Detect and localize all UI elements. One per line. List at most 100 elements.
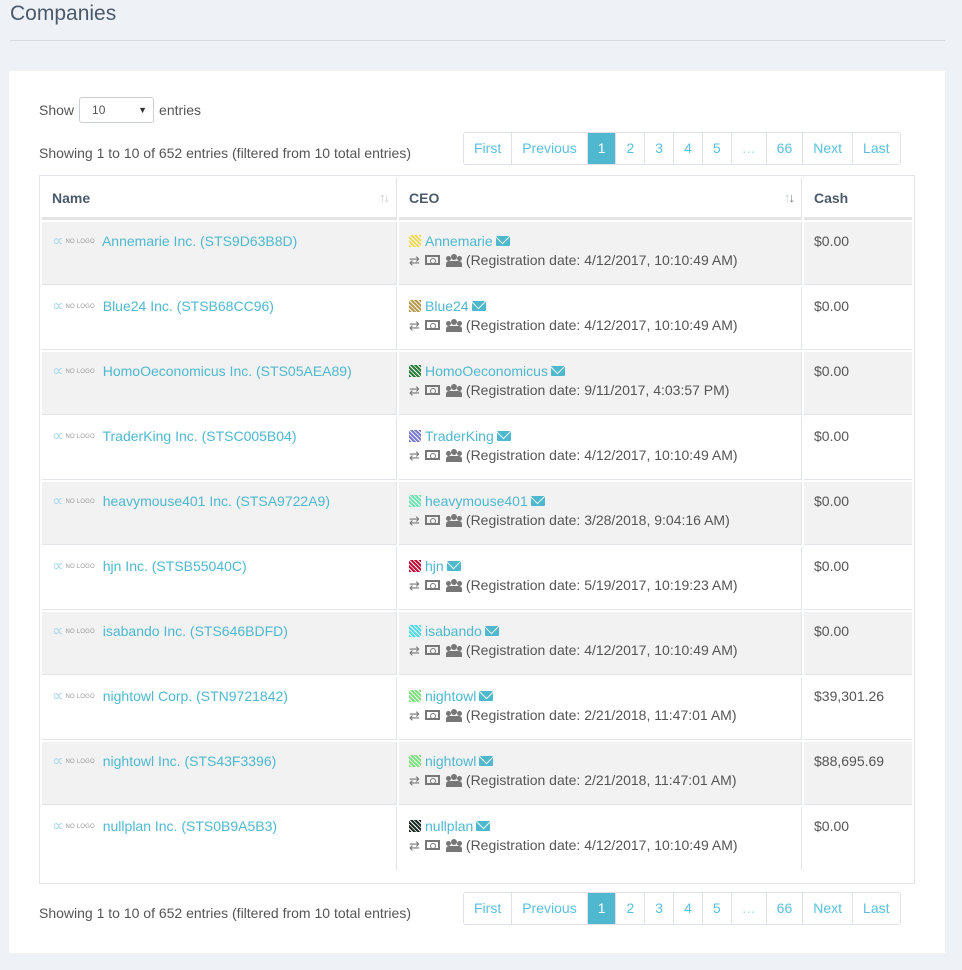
ceo-link[interactable]: nightowl	[425, 688, 476, 704]
page-button-3[interactable]: 3	[644, 893, 674, 924]
pagination-bottom: First Previous 1 2 3 4 5 … 66 Next Last	[463, 892, 901, 925]
ceo-link[interactable]: nullplan	[425, 818, 473, 834]
ceo-actions: ⇄ (Registration date: 4/12/2017, 10:10:49…	[409, 837, 791, 854]
ceo-link[interactable]: Blue24	[425, 298, 469, 314]
page-next-button[interactable]: Next	[802, 133, 853, 164]
envelope-icon[interactable]	[484, 626, 499, 637]
transfer-icon[interactable]: ⇄	[409, 643, 420, 659]
users-icon[interactable]	[445, 774, 462, 788]
ceo-line: hjn	[409, 558, 791, 574]
company-link[interactable]: hjn Inc. (STSB55040C)	[103, 558, 247, 574]
column-header-ceo[interactable]: CEO ↑↓	[399, 178, 802, 220]
cell-cash: $0.00	[804, 612, 912, 675]
money-icon[interactable]	[424, 450, 440, 461]
page-last-button[interactable]: Last	[852, 893, 900, 924]
envelope-icon[interactable]	[496, 431, 511, 442]
page-button-2[interactable]: 2	[615, 893, 645, 924]
table-row: ∝ NO LOGO nightowl Inc. (STS43F3396) nig…	[42, 742, 912, 805]
cell-cash: $0.00	[804, 417, 912, 480]
users-icon[interactable]	[445, 319, 462, 333]
users-icon[interactable]	[445, 449, 462, 463]
transfer-icon[interactable]: ⇄	[409, 448, 420, 464]
money-icon[interactable]	[424, 775, 440, 786]
page-button-66[interactable]: 66	[765, 133, 803, 164]
users-icon[interactable]	[445, 579, 462, 593]
entries-label: entries	[159, 102, 202, 118]
company-link[interactable]: Blue24 Inc. (STSB68CC96)	[103, 298, 274, 314]
page-button-4[interactable]: 4	[673, 133, 702, 164]
users-icon[interactable]	[445, 644, 462, 658]
cell-company: ∝ NO LOGO HomoOeconomicus Inc. (STS05AEA…	[42, 352, 397, 415]
envelope-icon[interactable]	[479, 691, 494, 702]
page-previous-button[interactable]: Previous	[511, 893, 587, 924]
company-link[interactable]: nightowl Inc. (STS43F3396)	[103, 753, 277, 769]
page-previous-button[interactable]: Previous	[511, 133, 587, 164]
company-link[interactable]: Annemarie Inc. (STS9D63B8D)	[102, 233, 297, 249]
envelope-icon[interactable]	[471, 301, 486, 312]
transfer-icon[interactable]: ⇄	[409, 513, 420, 529]
transfer-icon[interactable]: ⇄	[409, 318, 420, 334]
page-button-5[interactable]: 5	[701, 133, 731, 164]
transfer-icon[interactable]: ⇄	[409, 838, 420, 854]
ceo-avatar-icon	[409, 625, 421, 638]
envelope-icon[interactable]	[479, 756, 494, 767]
transfer-icon[interactable]: ⇄	[409, 708, 420, 724]
page-length-select[interactable]: 10 ▼	[79, 97, 155, 123]
page-last-button[interactable]: Last	[852, 133, 900, 164]
users-icon[interactable]	[445, 254, 462, 268]
money-icon[interactable]	[424, 710, 440, 721]
ceo-link[interactable]: TraderKing	[425, 428, 494, 444]
cell-ceo: Blue24 ⇄ (Registration date: 4/12/2017, 1…	[399, 287, 802, 350]
pagination-top: First Previous 1 2 3 4 5 … 66 Next Last	[463, 132, 901, 165]
money-icon[interactable]	[424, 515, 440, 526]
users-icon[interactable]	[445, 384, 462, 398]
company-link[interactable]: isabando Inc. (STS646BDFD)	[103, 623, 288, 639]
company-link[interactable]: nullplan Inc. (STS0B9A5B3)	[103, 818, 277, 834]
page-button-3[interactable]: 3	[644, 133, 674, 164]
no-logo-icon: ∝ NO LOGO	[52, 233, 95, 251]
ceo-link[interactable]: heavymouse401	[425, 493, 528, 509]
ceo-link[interactable]: Annemarie	[425, 233, 493, 249]
transfer-icon[interactable]: ⇄	[409, 383, 420, 399]
envelope-icon[interactable]	[446, 561, 461, 572]
company-link[interactable]: TraderKing Inc. (STSC005B04)	[102, 428, 296, 444]
page-button-5[interactable]: 5	[701, 893, 731, 924]
money-icon[interactable]	[424, 255, 440, 266]
ceo-link[interactable]: nightowl	[425, 753, 476, 769]
transfer-icon[interactable]: ⇄	[409, 578, 420, 594]
ceo-avatar-icon	[409, 495, 421, 508]
company-link[interactable]: nightowl Corp. (STN9721842)	[103, 688, 288, 704]
transfer-icon[interactable]: ⇄	[409, 773, 420, 789]
users-icon[interactable]	[445, 839, 462, 853]
sort-descending-icon: ↑↓	[784, 190, 795, 205]
page-next-button[interactable]: Next	[802, 893, 853, 924]
envelope-icon[interactable]	[476, 821, 491, 832]
page-button-1[interactable]: 1	[586, 893, 616, 924]
ceo-link[interactable]: isabando	[425, 623, 482, 639]
envelope-icon[interactable]	[495, 236, 510, 247]
users-icon[interactable]	[445, 514, 462, 528]
transfer-icon[interactable]: ⇄	[409, 253, 420, 269]
page-button-2[interactable]: 2	[615, 133, 645, 164]
company-link[interactable]: heavymouse401 Inc. (STSA9722A9)	[103, 493, 330, 509]
company-link[interactable]: HomoOeconomicus Inc. (STS05AEA89)	[103, 363, 352, 379]
ceo-link[interactable]: hjn	[425, 558, 444, 574]
money-icon[interactable]	[424, 580, 440, 591]
money-icon[interactable]	[424, 385, 440, 396]
column-header-name[interactable]: Name ↑↓	[42, 178, 397, 220]
ceo-line: heavymouse401	[409, 493, 791, 509]
money-icon[interactable]	[424, 645, 440, 656]
page-first-button[interactable]: First	[464, 133, 512, 164]
envelope-icon[interactable]	[530, 496, 545, 507]
page-first-button[interactable]: First	[464, 893, 512, 924]
registration-date: (Registration date: 4/12/2017, 10:10:49 …	[465, 252, 738, 268]
page-button-1[interactable]: 1	[586, 133, 616, 164]
page-button-66[interactable]: 66	[765, 893, 803, 924]
envelope-icon[interactable]	[550, 366, 565, 377]
page-button-4[interactable]: 4	[673, 893, 702, 924]
users-icon[interactable]	[445, 709, 462, 723]
money-icon[interactable]	[424, 840, 440, 851]
table-row: ∝ NO LOGO hjn Inc. (STSB55040C) hjn ⇄ (Re…	[42, 547, 912, 610]
money-icon[interactable]	[424, 320, 440, 331]
ceo-link[interactable]: HomoOeconomicus	[425, 363, 548, 379]
